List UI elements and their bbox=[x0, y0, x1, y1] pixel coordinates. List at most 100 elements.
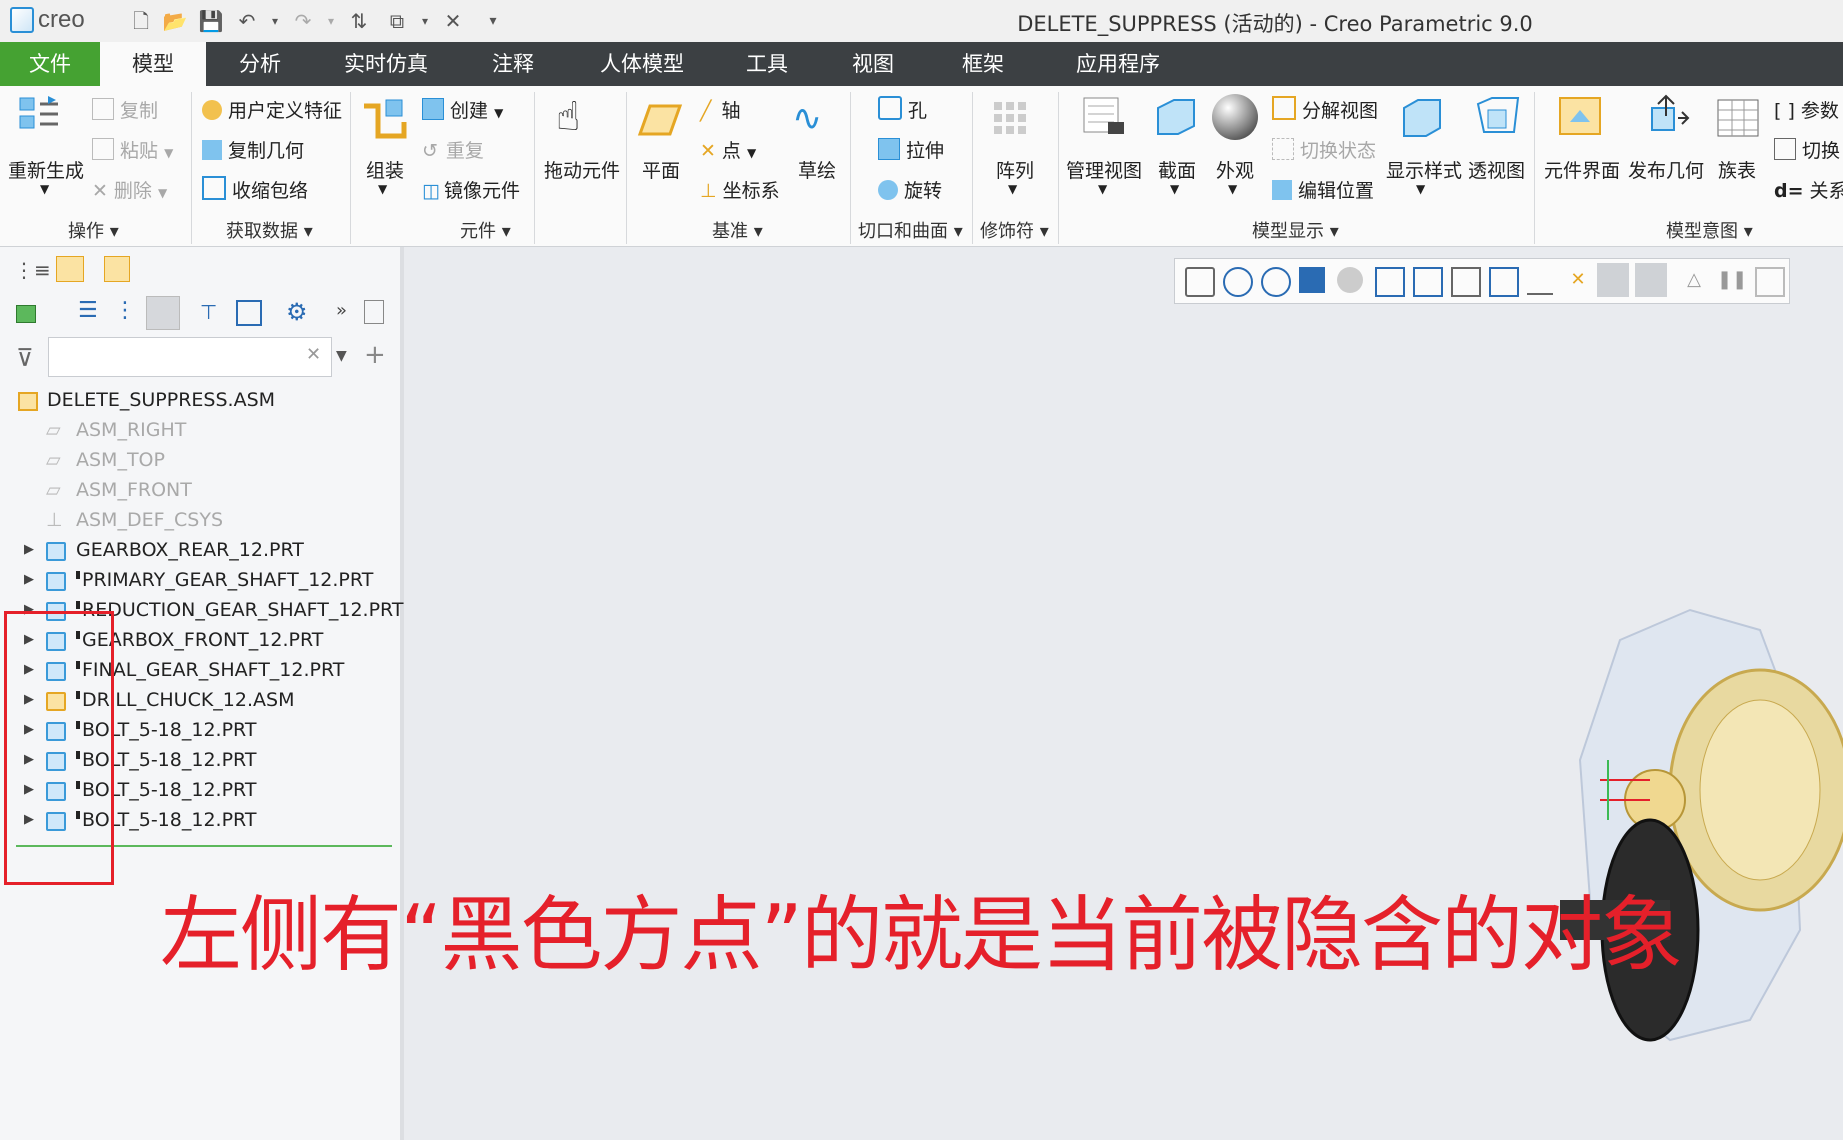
flexible-modeling-icon[interactable]: △ bbox=[1681, 267, 1707, 293]
section-dropdown-icon[interactable]: ▼ bbox=[1170, 182, 1179, 196]
group-operations[interactable]: 操作 ▾ bbox=[68, 217, 119, 243]
mirror-component-button[interactable]: ◫ 镜像元件 bbox=[422, 176, 520, 203]
regenerate-quick-icon[interactable]: ⇅ bbox=[346, 8, 372, 34]
sketch-icon[interactable]: ∿ bbox=[792, 98, 822, 139]
tree-settings-icon[interactable] bbox=[236, 300, 262, 326]
saved-orientations-icon[interactable] bbox=[1375, 267, 1405, 297]
create-button[interactable]: 创建 ▼ bbox=[422, 96, 503, 123]
tab-live-simulation[interactable]: 实时仿真 bbox=[336, 42, 436, 86]
group-component[interactable]: 元件 ▾ bbox=[460, 217, 511, 243]
hole-button[interactable]: 孔 bbox=[878, 96, 927, 123]
tree-search-input[interactable] bbox=[48, 337, 332, 377]
group-model-display[interactable]: 模型显示 ▾ bbox=[1252, 217, 1339, 243]
tree-hierarchy-icon[interactable]: ⋮ bbox=[114, 298, 136, 323]
tab-annotate[interactable]: 注释 bbox=[478, 42, 548, 86]
manage-views-button[interactable] bbox=[1080, 94, 1128, 145]
publish-geometry-button[interactable] bbox=[1642, 94, 1690, 145]
windows-dropdown-icon[interactable]: ▾ bbox=[412, 8, 438, 34]
model-tree-tab-icon[interactable]: ⋮≡ bbox=[14, 258, 51, 282]
toggle-status-button[interactable]: 切换状态 bbox=[1272, 136, 1376, 163]
extrude-button[interactable]: 拉伸 bbox=[878, 136, 944, 163]
tab-tools[interactable]: 工具 bbox=[732, 42, 802, 86]
tree-datum-plane[interactable]: ▱ ASM_TOP bbox=[0, 445, 400, 475]
new-file-icon[interactable]: 🗋 bbox=[128, 8, 154, 34]
tree-columns-icon[interactable] bbox=[146, 296, 180, 330]
next-icon[interactable] bbox=[1755, 267, 1785, 297]
more-icon[interactable]: » bbox=[336, 300, 347, 321]
tab-manikin[interactable]: 人体模型 bbox=[592, 42, 692, 86]
tab-framework[interactable]: 框架 bbox=[948, 42, 1018, 86]
group-cut-surface[interactable]: 切口和曲面 ▾ bbox=[858, 217, 963, 243]
close-window-icon[interactable]: ✕ bbox=[440, 8, 466, 34]
windows-icon[interactable]: ⧉ bbox=[384, 8, 410, 34]
tab-applications[interactable]: 应用程序 bbox=[1058, 42, 1178, 86]
display-style-icon[interactable] bbox=[1337, 267, 1363, 293]
pattern-dropdown-icon[interactable]: ▼ bbox=[1008, 182, 1017, 196]
view-manager-icon[interactable] bbox=[1413, 267, 1443, 297]
repeat-button[interactable]: ↺ 重复 bbox=[422, 136, 484, 163]
undo-dropdown-icon[interactable]: ▾ bbox=[262, 8, 288, 34]
tree-root[interactable]: DELETE_SUPPRESS.ASM bbox=[0, 385, 400, 415]
group-modifier[interactable]: 修饰符 ▾ bbox=[980, 217, 1049, 243]
point-button[interactable]: ✕ 点 ▼ bbox=[700, 136, 756, 163]
clear-search-icon[interactable]: ✕ bbox=[306, 344, 321, 365]
undo-icon[interactable]: ↶ bbox=[234, 8, 260, 34]
details-icon[interactable] bbox=[364, 300, 384, 324]
search-dropdown-icon[interactable]: ▼ bbox=[336, 348, 347, 364]
tab-model[interactable]: 模型 bbox=[100, 42, 206, 86]
delete-button[interactable]: ✕ 删除 ▼ bbox=[92, 176, 167, 203]
tree-list-icon[interactable]: ☰ bbox=[78, 298, 98, 323]
open-folder-icon[interactable]: 📂 bbox=[162, 8, 188, 34]
family-table-button[interactable] bbox=[1714, 96, 1762, 147]
udf-button[interactable]: 用户定义特征 bbox=[202, 96, 342, 123]
zoom-in-icon[interactable] bbox=[1223, 267, 1253, 297]
copy-button[interactable]: 复制 bbox=[92, 96, 158, 123]
perspective-view-icon[interactable] bbox=[1451, 267, 1481, 297]
display-style-dropdown-icon[interactable]: ▼ bbox=[1416, 182, 1425, 196]
spin-center-icon[interactable] bbox=[1635, 263, 1667, 297]
favorites-tab-icon[interactable] bbox=[104, 256, 130, 282]
redo-icon[interactable]: ↷ bbox=[290, 8, 316, 34]
relations-button[interactable]: d= 关系 bbox=[1774, 176, 1843, 203]
explode-view-button[interactable]: 分解视图 bbox=[1272, 96, 1378, 123]
point-display-icon[interactable]: ✕ bbox=[1565, 267, 1591, 293]
customize-toolbar-icon[interactable]: ▾ bbox=[480, 8, 506, 34]
tree-datum-plane[interactable]: ▱ ASM_RIGHT bbox=[0, 415, 400, 445]
refit-icon[interactable] bbox=[1185, 267, 1215, 297]
tree-item[interactable]: ▶ PRIMARY_GEAR_SHAFT_12.PRT bbox=[0, 565, 400, 595]
filter-funnel-icon[interactable]: ⊽ bbox=[16, 344, 34, 372]
assemble-button[interactable] bbox=[360, 96, 408, 147]
appearance-sphere-icon[interactable] bbox=[1212, 94, 1258, 140]
copy-geometry-button[interactable]: 复制几何 bbox=[202, 136, 304, 163]
datum-display-icon[interactable] bbox=[1527, 267, 1553, 295]
group-get-data[interactable]: 获取数据 ▾ bbox=[226, 217, 313, 243]
assemble-dropdown-icon[interactable]: ▼ bbox=[378, 182, 387, 196]
parameters-button[interactable]: [ ] 参数 bbox=[1774, 96, 1839, 123]
display-style-button[interactable] bbox=[1398, 94, 1446, 145]
pattern-button[interactable] bbox=[990, 96, 1038, 147]
regenerate-dropdown-icon[interactable]: ▼ bbox=[40, 182, 49, 196]
drag-component-icon[interactable]: ☝ bbox=[556, 94, 580, 140]
pause-icon[interactable]: ❚❚ bbox=[1717, 267, 1747, 293]
revolve-button[interactable]: 旋转 bbox=[878, 176, 942, 203]
zoom-out-icon[interactable] bbox=[1261, 267, 1291, 297]
gear-icon[interactable]: ⚙ bbox=[286, 298, 308, 326]
switch-button[interactable]: 切换 bbox=[1774, 136, 1840, 163]
annotation-display-icon[interactable] bbox=[1597, 263, 1629, 297]
tree-datum-plane[interactable]: ▱ ASM_FRONT bbox=[0, 475, 400, 505]
component-interface-button[interactable] bbox=[1556, 94, 1604, 145]
add-filter-icon[interactable]: + bbox=[364, 340, 386, 370]
tab-view[interactable]: 视图 bbox=[838, 42, 908, 86]
appearance-dropdown-icon[interactable]: ▼ bbox=[1228, 182, 1237, 196]
plane-button[interactable] bbox=[636, 98, 684, 149]
paste-button[interactable]: 粘贴 ▼ bbox=[92, 136, 173, 163]
save-icon[interactable]: 💾 bbox=[198, 8, 224, 34]
perspective-button[interactable] bbox=[1474, 94, 1522, 145]
csys-button[interactable]: ⊥ 坐标系 bbox=[700, 176, 780, 203]
edit-position-button[interactable]: 编辑位置 bbox=[1272, 176, 1374, 203]
manage-views-dropdown-icon[interactable]: ▼ bbox=[1098, 182, 1107, 196]
section-button[interactable] bbox=[1152, 94, 1200, 145]
tree-datum-csys[interactable]: ⊥ ASM_DEF_CSYS bbox=[0, 505, 400, 535]
group-datum[interactable]: 基准 ▾ bbox=[712, 217, 763, 243]
repaint-icon[interactable] bbox=[1299, 267, 1325, 293]
